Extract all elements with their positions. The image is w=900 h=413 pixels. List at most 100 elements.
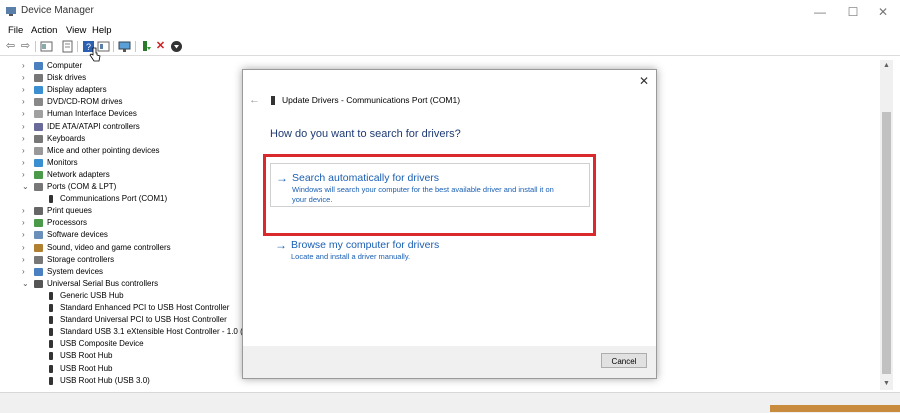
device-icon [34,110,43,119]
chevron-right-icon[interactable]: › [22,145,30,157]
device-icon [49,340,53,349]
tree-category-item[interactable]: › Processors [0,217,240,229]
chevron-right-icon[interactable]: › [22,205,30,217]
scroll-down-icon[interactable]: ▼ [880,378,893,390]
chevron-right-icon[interactable]: › [22,254,30,266]
tree-child-item[interactable]: USB Root Hub [0,363,240,375]
device-manager-icon [6,7,16,16]
chevron-right-icon[interactable]: › [22,217,30,229]
device-icon [34,122,43,131]
tree-child-item[interactable]: USB Composite Device [0,338,240,350]
device-icon [34,255,43,264]
properties-icon[interactable] [40,40,53,53]
device-icon [49,376,53,385]
tree-item-label: Disk drives [47,73,87,83]
tree-item-label: Mice and other pointing devices [47,145,160,155]
option-browse-title: Browse my computer for drivers [291,239,440,251]
tree-child-item[interactable]: USB Root Hub (USB 3.0) [0,375,240,387]
chevron-down-icon[interactable]: ⌄ [22,181,30,193]
chevron-right-icon[interactable]: › [22,133,30,145]
chevron-right-icon[interactable]: › [22,242,30,254]
tree-category-item[interactable]: › IDE ATA/ATAPI controllers [0,121,240,133]
tree-category-item[interactable]: › Display adapters [0,84,240,96]
tree-item-label: Display adapters [47,85,107,95]
menu-view[interactable]: View [66,25,86,36]
device-icon [34,267,43,276]
tree-category-item[interactable]: › Mice and other pointing devices [0,145,240,157]
update-driver-icon[interactable] [61,40,74,53]
tree-category-item[interactable]: › Disk drives [0,72,240,84]
browse-computer-option[interactable]: → Browse my computer for drivers Locate … [270,237,588,265]
tree-item-label: Processors [47,218,88,228]
menu-help[interactable]: Help [92,25,112,36]
tree-child-item[interactable]: Standard Universal PCI to USB Host Contr… [0,314,240,326]
tree-child-item[interactable]: Communications Port (COM1) [0,193,240,205]
tree-category-item[interactable]: ⌄ Ports (COM & LPT) [0,181,240,193]
vertical-scrollbar[interactable]: ▲ ▼ [880,60,893,390]
tree-item-label: USB Composite Device [60,339,144,349]
desktop-background [770,405,900,412]
tree-item-label: Generic USB Hub [60,290,124,300]
tree-child-item[interactable]: USB Root Hub [0,350,240,362]
download-icon[interactable] [170,40,183,53]
tree-category-item[interactable]: ⌄ Universal Serial Bus controllers [0,278,240,290]
tree-category-item[interactable]: › Computer [0,60,240,72]
device-icon [34,62,43,70]
tree-item-label: Universal Serial Bus controllers [47,278,159,288]
device-icon [49,328,53,337]
tree-item-label: IDE ATA/ATAPI controllers [47,121,140,131]
chevron-right-icon[interactable]: › [22,84,30,96]
device-icon [34,279,43,288]
chevron-right-icon[interactable]: › [22,96,30,108]
tree-category-item[interactable]: › Sound, video and game controllers [0,242,240,254]
forward-arrow-icon[interactable]: ⇨ [19,40,32,53]
chevron-right-icon[interactable]: › [22,266,30,278]
menu-file[interactable]: File [8,25,23,36]
chevron-down-icon[interactable]: ⌄ [22,278,30,290]
chevron-right-icon[interactable]: › [22,169,30,181]
tree-item-label: Standard Universal PCI to USB Host Contr… [60,315,227,325]
window-title: Device Manager [21,5,94,16]
tree-child-item[interactable]: Standard USB 3.1 eXtensible Host Control… [0,326,249,338]
scroll-up-icon[interactable]: ▲ [880,60,893,72]
cancel-button[interactable]: Cancel [601,353,647,368]
toolbar: ⇦ ⇨ ? ✕ [0,39,900,62]
chevron-right-icon[interactable]: › [22,72,30,84]
chevron-right-icon[interactable]: › [22,60,30,72]
tree-category-item[interactable]: › Print queues [0,205,240,217]
monitor-icon[interactable] [118,40,131,53]
enable-device-icon[interactable] [140,40,153,53]
uninstall-icon[interactable]: ✕ [154,40,167,53]
tree-category-item[interactable]: › System devices [0,266,240,278]
tree-item-label: Human Interface Devices [47,109,137,119]
tree-item-label: Software devices [47,230,108,240]
tree-category-item[interactable]: › Human Interface Devices [0,108,240,120]
chevron-right-icon[interactable]: › [22,108,30,120]
tree-category-item[interactable]: › Keyboards [0,133,240,145]
menu-action[interactable]: Action [31,25,57,36]
tree-item-label: Computer [47,61,83,70]
tree-category-item[interactable]: › DVD/CD-ROM drives [0,96,240,108]
tree-item-label: USB Root Hub [60,363,113,373]
minimize-button[interactable]: — [805,3,835,21]
device-icon [34,231,43,240]
tree-category-item[interactable]: › Storage controllers [0,254,240,266]
close-button[interactable]: ✕ [868,3,898,21]
chevron-right-icon[interactable]: › [22,229,30,241]
scrollbar-thumb[interactable] [882,112,891,374]
tree-category-item[interactable]: › Software devices [0,229,240,241]
chevron-right-icon[interactable]: › [22,157,30,169]
maximize-button[interactable]: ☐ [838,3,868,21]
device-icon [49,291,53,300]
tree-category-item[interactable]: › Monitors [0,157,240,169]
chevron-right-icon[interactable]: › [22,121,30,133]
back-arrow-icon[interactable]: ⇦ [4,40,17,53]
option-browse-desc: Locate and install a driver manually. [291,252,411,261]
tree-item-label: Print queues [47,206,92,216]
tree-category-item[interactable]: › Network adapters [0,169,240,181]
back-arrow-icon[interactable]: ← [249,94,260,106]
tree-item-label: Communications Port (COM1) [60,194,168,204]
tree-child-item[interactable]: Generic USB Hub [0,290,240,302]
dialog-close-button[interactable]: ✕ [637,74,651,88]
tree-child-item[interactable]: Standard Enhanced PCI to USB Host Contro… [0,302,240,314]
